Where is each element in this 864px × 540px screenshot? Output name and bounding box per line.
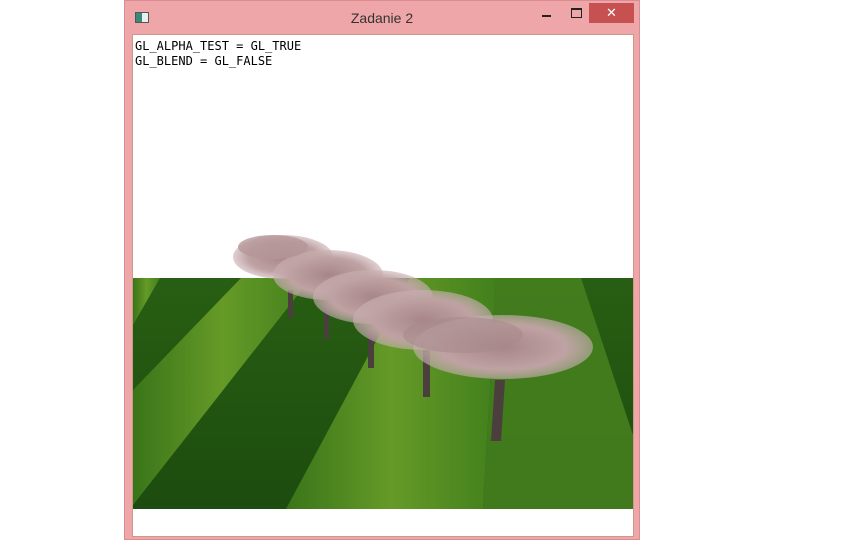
close-icon: ✕ xyxy=(606,5,617,21)
maximize-button[interactable] xyxy=(563,3,589,23)
maximize-icon xyxy=(570,8,582,18)
scene xyxy=(133,235,633,509)
minimize-icon xyxy=(541,15,551,17)
minimize-button[interactable] xyxy=(533,3,559,23)
title-bar[interactable]: Zadanie 2 ✕ xyxy=(125,1,639,34)
window-title: Zadanie 2 xyxy=(350,10,414,26)
gl-state-overlay: GL_ALPHA_TEST = GL_TRUE GL_BLEND = GL_FAL… xyxy=(135,39,301,69)
tree-trunk xyxy=(288,290,293,318)
opengl-viewport[interactable]: GL_ALPHA_TEST = GL_TRUE GL_BLEND = GL_FAL… xyxy=(132,34,634,537)
blend-status: GL_BLEND = GL_FALSE xyxy=(135,54,273,68)
app-window: Zadanie 2 ✕ GL_ALPHA_TEST = GL_TRUE GL_B… xyxy=(124,0,640,540)
close-button[interactable]: ✕ xyxy=(589,3,634,23)
alpha-test-status: GL_ALPHA_TEST = GL_TRUE xyxy=(135,39,302,53)
